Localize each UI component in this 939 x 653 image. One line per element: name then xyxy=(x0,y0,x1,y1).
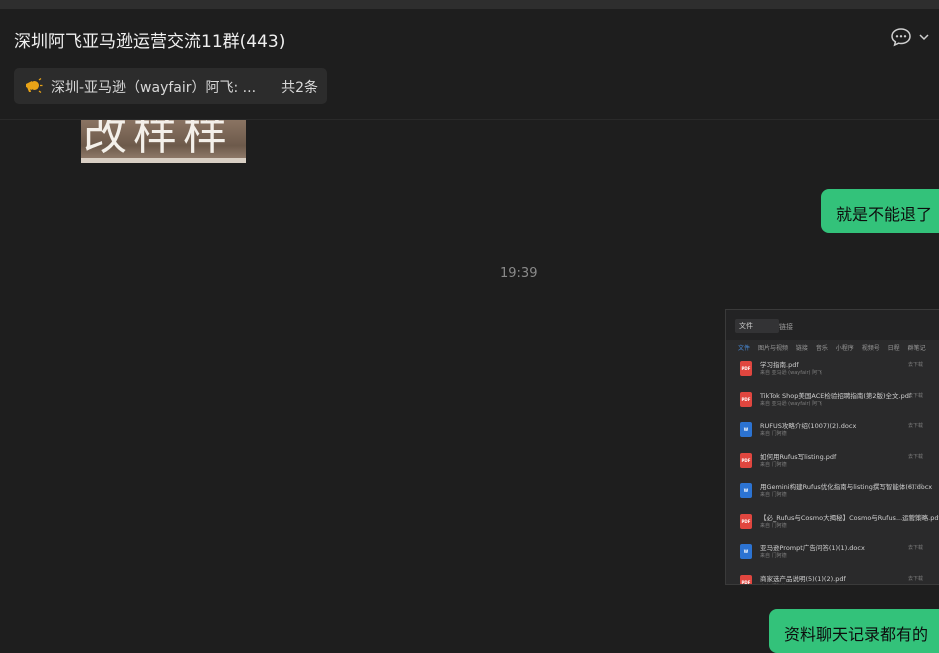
file-list-item: PDF TikTok Shop美国ACE检验招聘指南(第2版)全文.pdf 来自 亚… xyxy=(738,389,939,415)
message-text: 资料聊天记录都有的 xyxy=(784,625,929,644)
message-timestamp: 19:39 xyxy=(500,266,538,281)
pdf-file-icon: PDF xyxy=(740,361,752,376)
file-meta: 来自 门阿德 xyxy=(760,492,787,498)
pdf-file-icon: PDF xyxy=(740,391,752,407)
image-caption-text: 改样样 xyxy=(83,120,233,160)
screenshot-image-message[interactable]: 文件 链接 文件 图片与视频 链接 音乐 小程序 视频号 日程 群笔记 PDF 学… xyxy=(725,309,939,585)
file-list-item: PDF 学习指南.pdf 来自 亚马逊 (wayfair) 阿飞 去下载 xyxy=(738,358,939,384)
chat-header: 深圳阿飞亚马逊运营交流11群(443) 深圳-亚马逊（wayfair）阿飞: .… xyxy=(0,9,939,120)
file-list-item: W 亚马逊Prompt广告问答(1)(1).docx 来自 门阿德 去下载 xyxy=(738,541,939,567)
file-meta: 来自 门阿德 xyxy=(760,583,787,585)
file-name: 如何用Rufus写listing.pdf xyxy=(760,452,837,461)
file-name: 学习指南.pdf xyxy=(760,361,799,369)
file-name: TikTok Shop美国ACE检验招聘指南(第2版)全文.pdf xyxy=(760,391,912,400)
file-name: 商家选产品说明(5)(1)(2).pdf xyxy=(760,574,846,583)
message-bubble-sent[interactable]: 资料聊天记录都有的 xyxy=(769,609,939,653)
screenshot-tab-files: 文件 xyxy=(735,319,779,333)
file-list-item: W 用Gemini构建Rufus优化指南与listing撰写智能体(6).docx… xyxy=(738,480,939,506)
filter-item: 链接 xyxy=(795,345,808,352)
file-status: 去下载 xyxy=(908,514,924,521)
pinned-count[interactable]: 共2条 xyxy=(281,77,318,97)
file-status: 去下载 xyxy=(908,423,924,429)
pinned-text: 深圳-亚马逊（wayfair）阿飞: ... xyxy=(51,80,257,96)
megaphone-icon xyxy=(26,77,43,94)
filter-item: 文件 xyxy=(738,345,751,352)
pdf-file-icon: PDF xyxy=(740,452,752,468)
file-name: RUFUS攻略介绍(1007)(2).docx xyxy=(760,422,857,430)
file-list-item: W RUFUS攻略介绍(1007)(2).docx 来自 门阿德 去下载 xyxy=(738,419,939,445)
message-text: 就是不能退了 xyxy=(836,205,933,224)
file-meta: 来自 门阿德 xyxy=(760,461,787,468)
file-status: 去下载 xyxy=(908,392,924,399)
screenshot-tabbar: 文件 链接 xyxy=(726,310,939,340)
chat-bubble-icon[interactable] xyxy=(890,27,912,47)
file-status: 去下载 xyxy=(908,453,924,460)
file-meta: 来自 门阿德 xyxy=(760,431,787,437)
image-message[interactable]: 改样样 xyxy=(81,120,246,163)
filter-item: 小程序 xyxy=(835,345,854,352)
filter-item: 群笔记 xyxy=(907,345,926,352)
word-file-icon: W xyxy=(740,544,752,559)
file-meta: 来自 亚马逊 (wayfair) 阿飞 xyxy=(760,400,823,407)
file-status: 去下载 xyxy=(908,484,924,490)
filter-item: 日程 xyxy=(887,345,900,352)
filter-item: 图片与视频 xyxy=(757,345,788,352)
filter-item: 视频号 xyxy=(861,345,880,352)
file-name: 用Gemini构建Rufus优化指南与listing撰写智能体(6).docx xyxy=(760,483,933,491)
word-file-icon: W xyxy=(740,483,752,498)
file-status: 去下载 xyxy=(908,362,924,368)
chevron-down-icon[interactable] xyxy=(918,31,930,43)
file-list-item: PDF 如何用Rufus写listing.pdf 来自 门阿德 去下载 xyxy=(738,450,939,476)
message-bubble-sent[interactable]: 就是不能退了 xyxy=(821,189,939,233)
file-list-item: PDF 商家选产品说明(5)(1)(2).pdf来自 门阿德 去下载 xyxy=(738,572,939,585)
file-list-item: PDF 【必_Rufus与Cosmo大揭秘】Cosmo与Rufus...运营策略.… xyxy=(738,511,939,537)
screenshot-tab-links: 链接 xyxy=(779,323,793,331)
image-bottom-band xyxy=(81,158,246,163)
chat-title: 深圳阿飞亚马逊运营交流11群(443) xyxy=(14,32,286,52)
window-top-strip xyxy=(0,0,939,9)
pdf-file-icon: PDF xyxy=(740,574,752,584)
file-status: 去下载 xyxy=(908,575,924,582)
file-name: 亚马逊Prompt广告问答(1)(1).docx xyxy=(760,544,865,552)
word-file-icon: W xyxy=(740,422,752,437)
pinned-announcement[interactable]: 深圳-亚马逊（wayfair）阿飞: ... 共2条 xyxy=(14,68,327,104)
file-status: 去下载 xyxy=(908,545,924,551)
pdf-file-icon: PDF xyxy=(740,513,752,529)
file-meta: 来自 门阿德 xyxy=(760,553,787,559)
filter-item: 音乐 xyxy=(815,345,828,352)
screenshot-filter-row: 文件 图片与视频 链接 音乐 小程序 视频号 日程 群笔记 xyxy=(738,343,932,352)
file-meta: 来自 门阿德 xyxy=(760,522,787,529)
file-meta: 来自 亚马逊 (wayfair) 阿飞 xyxy=(760,370,823,376)
